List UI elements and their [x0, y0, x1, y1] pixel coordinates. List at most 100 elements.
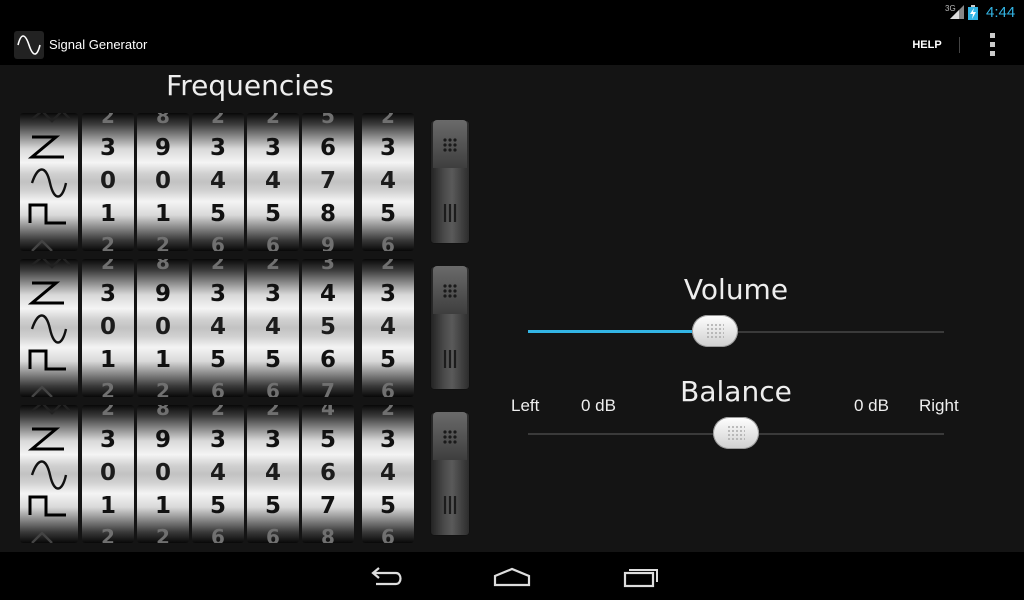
frequency-digit-wheel[interactable]: 2 3 4 5 6 [247, 405, 299, 543]
sine-wave-icon [30, 168, 68, 198]
digit-r1: 3 [379, 135, 396, 161]
volume-slider-thumb[interactable] [692, 315, 739, 347]
app-icon [14, 31, 44, 59]
digit-r1: 4 [319, 281, 336, 307]
frequency-digit-wheel[interactable]: 3 4 5 6 7 [302, 259, 354, 397]
digit-top: 2 [211, 259, 225, 274]
digit-r2: 4 [264, 168, 281, 194]
digit-top: 8 [156, 405, 170, 420]
square-wave-icon [28, 203, 66, 225]
triangle-wave-icon [31, 113, 71, 123]
triangle-wave-icon [31, 405, 71, 415]
triangle-wave-icon [31, 259, 71, 269]
digit-r3: 1 [99, 493, 116, 519]
digit-r3: 1 [99, 201, 116, 227]
digit-r1: 3 [99, 427, 116, 453]
frequency-digit-wheel[interactable]: 8 9 0 1 2 [137, 405, 189, 543]
channel-toggle-switch[interactable] [430, 266, 470, 390]
digit-r1: 3 [379, 427, 396, 453]
digit-r2: 0 [99, 460, 116, 486]
digit-bot: 9 [321, 233, 335, 251]
digit-r3: 5 [209, 493, 226, 519]
digit-bot: 2 [156, 233, 170, 251]
digit-bot: 6 [211, 379, 225, 397]
digit-r1: 3 [99, 281, 116, 307]
waveform-selector-wheel[interactable] [20, 113, 78, 251]
digit-r2: 7 [319, 168, 336, 194]
digit-r2: 0 [154, 314, 171, 340]
battery-charging-icon [968, 5, 978, 20]
frequency-digit-wheel[interactable]: 8 9 0 1 2 [137, 113, 189, 251]
digit-r2: 5 [319, 314, 336, 340]
digit-top: 2 [101, 113, 115, 128]
digit-r2: 0 [154, 460, 171, 486]
channel-toggle-switch[interactable] [430, 412, 470, 536]
digit-r1: 3 [379, 281, 396, 307]
frequency-digit-wheel[interactable]: 5 6 7 8 9 [302, 113, 354, 251]
frequency-digit-wheel[interactable]: 2 3 4 5 6 [192, 113, 244, 251]
frequency-digit-wheel[interactable]: 2 3 4 5 6 [362, 259, 414, 397]
digit-r3: 5 [264, 493, 281, 519]
frequency-digit-wheel[interactable]: 2 3 4 5 6 [362, 113, 414, 251]
digit-r1: 5 [319, 427, 336, 453]
frequency-digit-wheel[interactable]: 8 9 0 1 2 [137, 259, 189, 397]
grip-dots-icon [443, 284, 457, 368]
digit-r3: 5 [209, 201, 226, 227]
sine-wave-icon [30, 460, 68, 490]
digit-r1: 3 [209, 281, 226, 307]
digit-r1: 3 [99, 135, 116, 161]
home-button[interactable] [482, 560, 542, 592]
square-wave-icon [28, 349, 66, 371]
digit-r3: 7 [319, 493, 336, 519]
overflow-menu-button[interactable] [978, 29, 1006, 61]
balance-left-db: 0 dB [581, 396, 616, 415]
digit-top: 2 [266, 113, 280, 128]
channel-toggle-switch[interactable] [430, 120, 470, 244]
digit-top: 2 [101, 405, 115, 420]
recent-apps-button[interactable] [610, 560, 670, 592]
digit-bot: 6 [266, 233, 280, 251]
digit-top: 2 [211, 113, 225, 128]
clock: 4:44 [986, 4, 1016, 21]
digit-bot: 6 [211, 525, 225, 543]
digit-top: 2 [266, 259, 280, 274]
frequency-digit-wheel[interactable]: 2 3 0 1 2 [82, 405, 134, 543]
back-button[interactable] [354, 560, 414, 592]
frequency-digit-wheel[interactable]: 2 3 4 5 6 [192, 259, 244, 397]
frequency-channel-3: 2 3 0 1 2 8 9 0 1 2 2 3 4 5 6 2 3 4 5 6 4 5 6 7 8 2 3 4 5 6 [20, 405, 475, 543]
triangle-wave-icon [31, 531, 53, 543]
digit-r2: 4 [379, 168, 396, 194]
frequency-digit-wheel[interactable]: 2 3 0 1 2 [82, 113, 134, 251]
frequency-digit-wheel[interactable]: 2 3 4 5 6 [247, 113, 299, 251]
frequency-digit-wheel[interactable]: 2 3 4 5 6 [362, 405, 414, 543]
app-title: Signal Generator [49, 37, 148, 52]
balance-slider-thumb[interactable] [713, 417, 759, 449]
help-button[interactable]: HELP [898, 31, 956, 59]
digit-bot: 2 [156, 525, 170, 543]
digit-r2: 4 [264, 314, 281, 340]
volume-fill [528, 330, 716, 333]
digit-r2: 0 [154, 168, 171, 194]
digit-top: 2 [381, 113, 395, 128]
frequency-digit-wheel[interactable]: 2 3 4 5 6 [247, 259, 299, 397]
action-bar: Signal Generator HELP [0, 25, 1024, 65]
frequency-digit-wheel[interactable]: 2 3 0 1 2 [82, 259, 134, 397]
frequency-digit-wheel[interactable]: 2 3 4 5 6 [192, 405, 244, 543]
digit-top: 2 [381, 405, 395, 420]
triangle-wave-icon [31, 239, 53, 251]
triangle-wave-icon [31, 385, 53, 397]
sawtooth-wave-icon [27, 427, 64, 451]
frequency-channel-1: 2 3 0 1 2 8 9 0 1 2 2 3 4 5 6 2 3 4 5 6 5 6 7 8 9 2 3 4 5 6 [20, 113, 475, 251]
frequency-digit-wheel[interactable]: 4 5 6 7 8 [302, 405, 354, 543]
digit-r3: 1 [154, 201, 171, 227]
digit-top: 2 [266, 405, 280, 420]
frequency-channel-2: 2 3 0 1 2 8 9 0 1 2 2 3 4 5 6 2 3 4 5 6 3 4 5 6 7 2 3 4 5 6 [20, 259, 475, 397]
waveform-selector-wheel[interactable] [20, 405, 78, 543]
digit-bot: 8 [321, 525, 335, 543]
digit-r1: 9 [154, 135, 171, 161]
grip-dots-icon [443, 138, 457, 222]
digit-r3: 5 [264, 201, 281, 227]
digit-r3: 1 [154, 493, 171, 519]
digit-r3: 5 [379, 201, 396, 227]
waveform-selector-wheel[interactable] [20, 259, 78, 397]
